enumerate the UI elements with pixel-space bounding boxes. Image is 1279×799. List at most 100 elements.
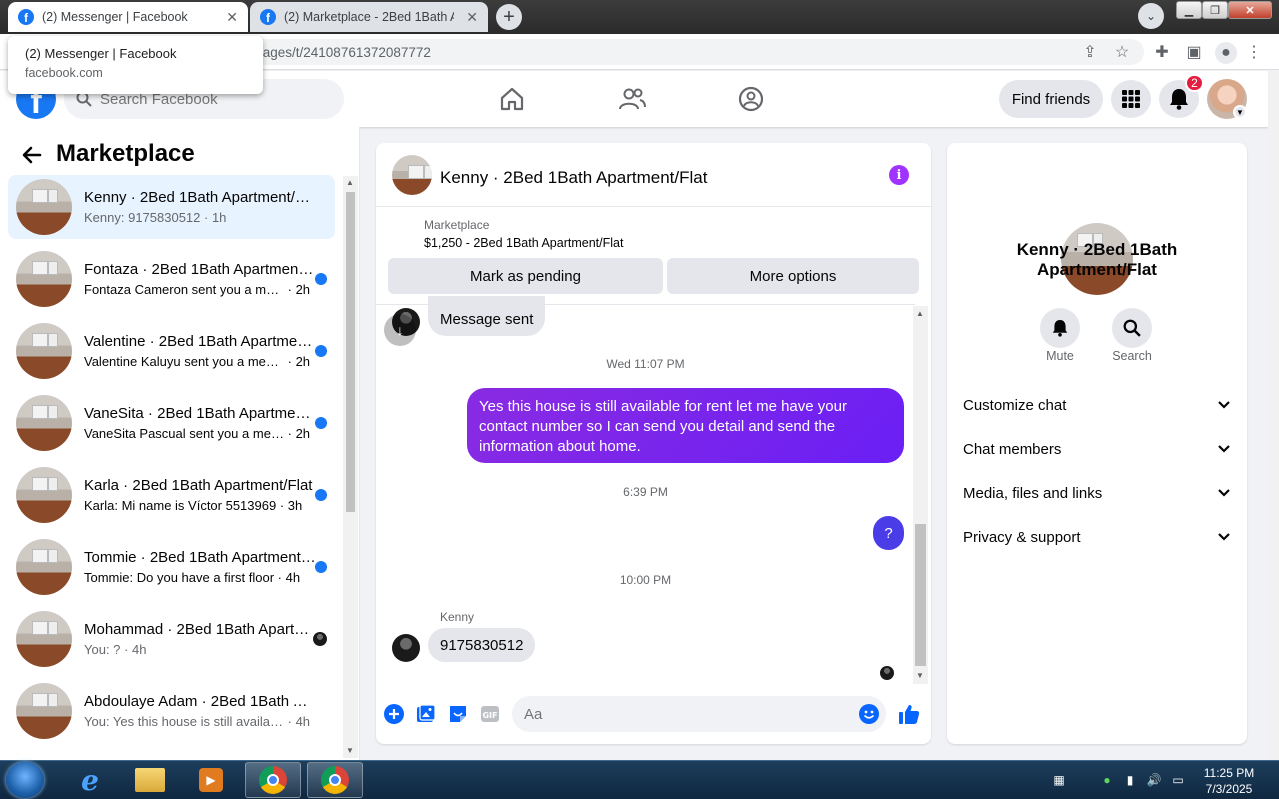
new-tab-button[interactable]: + bbox=[496, 4, 522, 30]
timestamp: 10:00 PM bbox=[619, 573, 672, 587]
tab-search-chevron-icon[interactable]: ⌄ bbox=[1138, 3, 1164, 29]
mark-pending-button[interactable]: Mark as pending bbox=[388, 258, 663, 294]
chrome-profile-icon[interactable]: ● bbox=[1215, 42, 1237, 64]
conversation-time: 1h bbox=[211, 210, 227, 225]
conversation-item[interactable]: Abdoulaye Adam · 2Bed 1Bath Apartment/Fl… bbox=[8, 679, 335, 743]
tray-app-icon[interactable]: ▦ bbox=[1051, 772, 1067, 788]
close-tab-icon[interactable]: ✕ bbox=[460, 9, 478, 26]
conversation-preview: Valentine Kaluyu sent you a message bbox=[84, 354, 284, 369]
scroll-up-arrow-icon[interactable]: ▲ bbox=[346, 178, 354, 187]
photo-icon[interactable] bbox=[416, 704, 436, 724]
scroll-down-arrow-icon[interactable]: ▼ bbox=[346, 746, 354, 755]
conversation-item[interactable]: Kenny · 2Bed 1Bath Apartment/Flat Kenny:… bbox=[8, 175, 335, 239]
conversation-name: Mohammad · 2Bed 1Bath Apartment/Flat bbox=[84, 621, 316, 638]
more-options-button[interactable]: More options bbox=[667, 258, 919, 294]
groups-icon[interactable] bbox=[736, 84, 766, 114]
row-label: Privacy & support bbox=[963, 528, 1081, 546]
internet-explorer-icon[interactable]: e bbox=[62, 762, 118, 798]
message-input-box[interactable] bbox=[512, 696, 886, 732]
scroll-to-bottom-icon[interactable]: ↓ bbox=[384, 314, 416, 346]
chevron-down-icon bbox=[1217, 397, 1231, 414]
sticker-icon[interactable] bbox=[448, 704, 468, 724]
listing-avatar bbox=[16, 539, 72, 595]
file-explorer-icon[interactable] bbox=[122, 762, 178, 798]
chat-title[interactable]: Kenny · 2Bed 1Bath Apartment/Flat bbox=[440, 168, 707, 188]
unread-dot bbox=[315, 489, 327, 501]
conversation-time: 2h bbox=[295, 354, 311, 369]
emoji-icon[interactable] bbox=[859, 704, 879, 724]
listing-label: Marketplace bbox=[424, 218, 490, 232]
message-input[interactable] bbox=[524, 705, 844, 723]
share-icon[interactable]: ⇪ bbox=[1080, 42, 1100, 62]
back-arrow-icon[interactable] bbox=[20, 143, 44, 167]
mute-label: Mute bbox=[1046, 349, 1074, 363]
message-bubble-incoming: 9175830512 bbox=[428, 628, 536, 662]
extensions-icon[interactable]: ✚ bbox=[1152, 42, 1172, 62]
conversation-item[interactable]: Karla · 2Bed 1Bath Apartment/Flat Karla:… bbox=[8, 463, 335, 527]
minimize-button[interactable]: ▁ bbox=[1176, 1, 1202, 19]
find-friends-button[interactable]: Find friends bbox=[999, 80, 1103, 118]
listing-avatar bbox=[16, 323, 72, 379]
clock-date: 7/3/2025 bbox=[1205, 782, 1253, 796]
listing-price[interactable]: $1,250 - 2Bed 1Bath Apartment/Flat bbox=[424, 236, 623, 250]
info-icon[interactable]: i bbox=[889, 165, 909, 185]
conversation-item[interactable]: Tommie · 2Bed 1Bath Apartment/Flat Tommi… bbox=[8, 535, 335, 599]
customize-chat-row[interactable]: Customize chat bbox=[963, 393, 1231, 417]
plus-circle-icon[interactable] bbox=[384, 704, 404, 724]
conversation-item[interactable]: Fontaza · 2Bed 1Bath Apartment/Flat Font… bbox=[8, 247, 335, 311]
chrome-menu-icon[interactable]: ⋮ bbox=[1244, 42, 1264, 62]
tooltip-domain: facebook.com bbox=[25, 66, 103, 80]
side-panel-icon[interactable]: ▣ bbox=[1184, 42, 1204, 62]
gif-icon[interactable]: GIF bbox=[480, 704, 500, 724]
chrome-taskbar-icon[interactable] bbox=[245, 762, 301, 798]
mute-button[interactable] bbox=[1040, 308, 1080, 348]
thread-scroll-thumb[interactable] bbox=[915, 524, 926, 666]
tray-torrent-icon[interactable]: ● bbox=[1099, 772, 1115, 788]
media-player-icon[interactable]: ▶ bbox=[183, 762, 239, 798]
privacy-support-row[interactable]: Privacy & support bbox=[963, 525, 1231, 549]
conversation-time: 2h bbox=[295, 282, 311, 297]
chat-listing-avatar[interactable] bbox=[392, 155, 432, 195]
conversation-item[interactable]: Valentine · 2Bed 1Bath Apartment/Flat Va… bbox=[8, 319, 335, 383]
close-tab-icon[interactable]: ✕ bbox=[220, 9, 238, 26]
chevron-down-icon bbox=[1217, 441, 1231, 458]
bell-icon bbox=[1052, 320, 1068, 337]
listing-avatar bbox=[16, 395, 72, 451]
friends-icon[interactable] bbox=[617, 84, 647, 114]
tab-marketplace[interactable]: f (2) Marketplace - 2Bed 1Bath Apartment… bbox=[250, 2, 488, 32]
chat-list-scroll-thumb[interactable] bbox=[346, 192, 355, 512]
scroll-up-arrow-icon[interactable]: ▲ bbox=[916, 309, 924, 318]
unread-dot bbox=[315, 273, 327, 285]
close-window-button[interactable]: ✕ bbox=[1228, 1, 1272, 19]
tab-messenger[interactable]: f (2) Messenger | Facebook ✕ bbox=[8, 2, 248, 32]
menu-grid-icon[interactable] bbox=[1111, 80, 1151, 118]
unread-dot bbox=[315, 417, 327, 429]
conversation-item[interactable]: VaneSita · 2Bed 1Bath Apartment/Flat Van… bbox=[8, 391, 335, 455]
thumbs-up-icon[interactable] bbox=[897, 702, 921, 726]
media-files-links-row[interactable]: Media, files and links bbox=[963, 481, 1231, 505]
seen-avatar bbox=[313, 632, 327, 646]
maximize-button[interactable]: ❐ bbox=[1202, 1, 1228, 19]
bookmark-star-icon[interactable]: ☆ bbox=[1112, 42, 1132, 62]
conversation-name: Abdoulaye Adam · 2Bed 1Bath Apartment/Fl… bbox=[84, 693, 316, 710]
search-conversation-button[interactable] bbox=[1112, 308, 1152, 348]
search-label: Search bbox=[1112, 349, 1152, 363]
conversation-time: 4h bbox=[131, 642, 147, 657]
page-scrollbar[interactable] bbox=[1268, 71, 1279, 760]
listing-avatar bbox=[16, 251, 72, 307]
scroll-down-arrow-icon[interactable]: ▼ bbox=[916, 671, 924, 680]
conversation-item[interactable]: Mohammad · 2Bed 1Bath Apartment/Flat You… bbox=[8, 607, 335, 671]
chrome-taskbar-icon[interactable] bbox=[307, 762, 363, 798]
volume-icon[interactable]: 🔊 bbox=[1146, 772, 1162, 788]
conversation-name: Karla · 2Bed 1Bath Apartment/Flat bbox=[84, 477, 313, 494]
conversation-preview: You: ? bbox=[84, 642, 121, 657]
row-label: Chat members bbox=[963, 440, 1062, 458]
network-icon[interactable]: ▭ bbox=[1170, 772, 1186, 788]
tray-device-icon[interactable]: ▮ bbox=[1122, 772, 1138, 788]
taskbar-clock[interactable]: 11:25 PM 7/3/2025 bbox=[1196, 765, 1262, 797]
chat-members-row[interactable]: Chat members bbox=[963, 437, 1231, 461]
start-button[interactable] bbox=[6, 762, 44, 798]
conversation-preview: Fontaza Cameron sent you a message bbox=[84, 282, 284, 297]
home-icon[interactable] bbox=[497, 84, 527, 114]
account-chevron-icon[interactable]: ▼ bbox=[1233, 105, 1247, 119]
